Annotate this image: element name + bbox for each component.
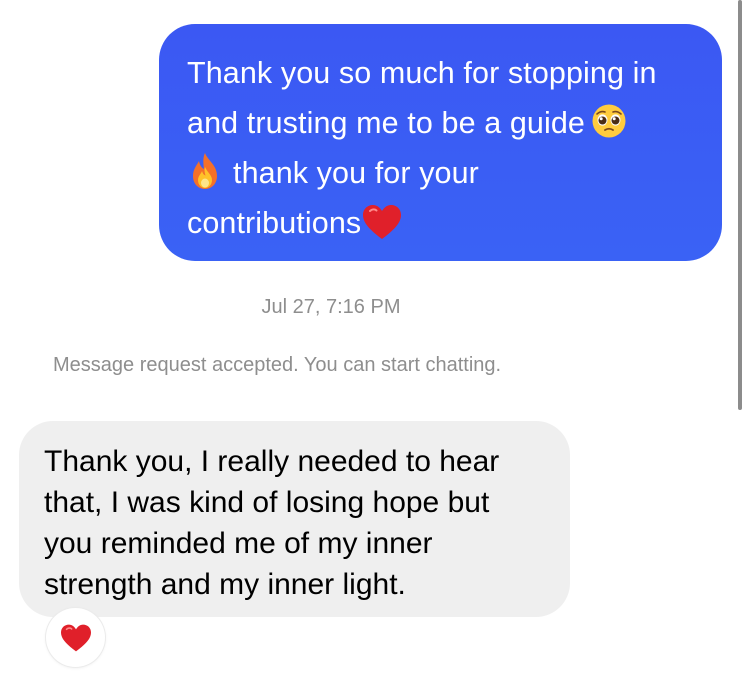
message-line: thank you for your [187, 148, 694, 198]
outgoing-message-bubble[interactable]: Thank you so much for stopping in and tr… [159, 24, 722, 261]
message-line: contributions [187, 198, 694, 248]
message-line: Thank you so much for stopping in [187, 56, 657, 90]
scrollbar-thumb[interactable] [738, 0, 742, 410]
incoming-message-bubble[interactable]: Thank you, I really needed to hear that,… [19, 421, 570, 617]
message-line: and trusting me to be a guide [187, 98, 694, 148]
chat-thread: Thank you so much for stopping in and tr… [0, 0, 747, 690]
message-line: strength and my inner light. [44, 568, 406, 601]
message-line: that, I was kind of losing hope but [44, 486, 490, 519]
message-timestamp: Jul 27, 7:16 PM [261, 296, 401, 318]
pleading-face-emoji-icon [592, 104, 626, 138]
fire-emoji-icon [193, 152, 217, 189]
message-line: you reminded me of my inner [44, 527, 433, 560]
system-message: Message request accepted. You can start … [53, 354, 502, 376]
heart-reaction[interactable] [46, 608, 105, 667]
message-line: Thank you, I really needed to hear [44, 445, 500, 478]
red-heart-emoji-icon [363, 204, 402, 239]
red-heart-emoji-icon [60, 624, 91, 651]
